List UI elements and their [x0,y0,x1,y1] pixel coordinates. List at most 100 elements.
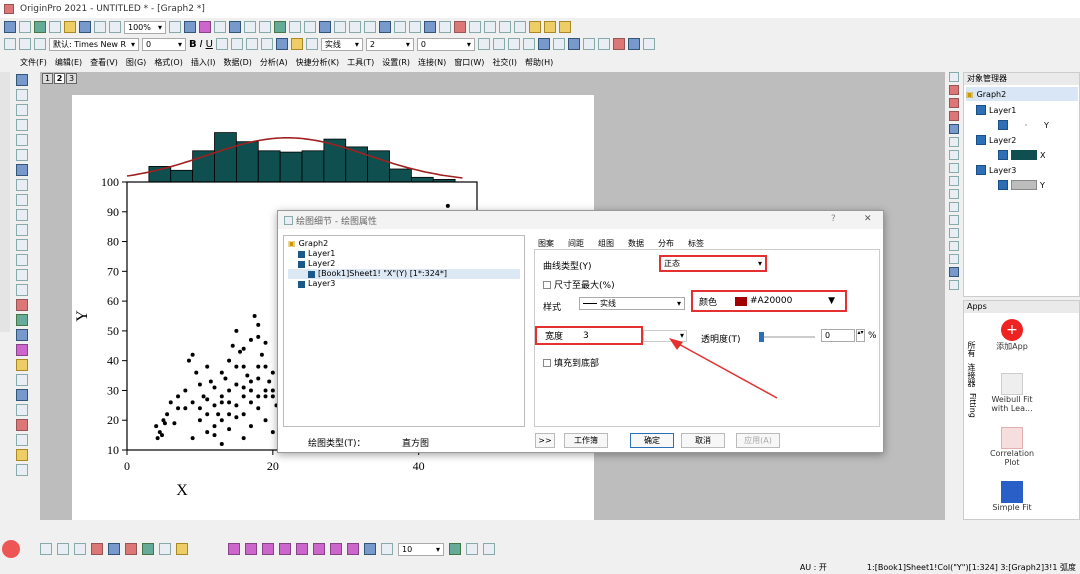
origin-start-icon[interactable] [2,540,20,558]
scatter-point[interactable] [263,364,268,369]
rectangle-tool-icon[interactable] [16,269,28,281]
help-icon[interactable] [559,21,571,33]
scatter-point[interactable] [256,376,261,381]
fit-page-icon[interactable] [483,543,495,555]
menu-file[interactable]: 文件(F) [20,57,47,68]
data-reader-icon[interactable] [16,149,28,161]
obj-layer2[interactable]: Layer2 [976,133,1016,147]
axis-top-icon[interactable] [948,215,959,225]
stacked-bar-icon[interactable] [424,21,436,33]
obj-layer1-plot[interactable]: · Y [998,118,1049,132]
italic-button[interactable]: I [200,39,203,50]
scatter-point[interactable] [155,436,160,441]
scatter-point[interactable] [445,203,450,208]
layout-icon[interactable] [537,38,550,50]
duplicate-icon[interactable] [184,21,196,33]
scatter-plot-icon[interactable] [57,543,69,555]
align-center-icon[interactable] [260,38,273,50]
stack-tool-icon[interactable] [16,434,28,446]
cancel-button[interactable]: 取消 [681,433,725,448]
new-project-icon[interactable] [4,21,16,33]
apply-button[interactable]: 应用(A) [736,433,780,448]
layer-panel-icon[interactable] [948,150,959,160]
scatter-point[interactable] [205,412,210,417]
spin-icon[interactable]: ▴▾ [856,329,865,342]
histogram-icon[interactable] [439,21,451,33]
checkbox-icon[interactable] [976,165,986,175]
undo-icon[interactable] [34,38,46,50]
scatter-point[interactable] [248,337,253,342]
obj-graph2[interactable]: ▣ Graph2 [966,87,1078,101]
scatter-point[interactable] [245,373,250,378]
code-builder-icon[interactable] [199,21,211,33]
max-size-checkbox[interactable] [543,280,551,289]
axis-icon[interactable] [948,85,959,95]
scatter-point[interactable] [256,322,261,327]
scatter-point[interactable] [234,403,239,408]
axis-bottom-icon[interactable] [948,189,959,199]
scatter-point[interactable] [241,412,246,417]
curve-type-select[interactable]: 正态 ▾ [659,255,767,272]
tree-plot-item[interactable]: [Book1]Sheet1! "X"(Y) [1*:324*] [288,269,520,279]
menu-view[interactable]: 查看(V) [90,57,118,68]
fill-color-icon[interactable] [290,38,303,50]
histogram-bar[interactable] [410,176,434,183]
new-legend-icon[interactable] [379,21,391,33]
scatter-point[interactable] [263,388,268,393]
app-weibull-fit[interactable]: Weibull Fit with Lea... [982,373,1042,413]
scatter-point[interactable] [183,388,188,393]
border-icon[interactable] [522,38,535,50]
extract-layers-icon[interactable] [364,21,376,33]
scatter-point[interactable] [256,406,261,411]
scatter-point[interactable] [176,394,181,399]
text-tool-icon[interactable] [16,209,28,221]
transparency-input[interactable]: 0 [821,329,855,342]
scatter-point[interactable] [234,415,239,420]
grid-icon[interactable] [948,137,959,147]
legend-tool-icon[interactable] [16,359,28,371]
scatter-point[interactable] [234,328,239,333]
pattern-icon[interactable] [477,38,490,50]
scatter-point[interactable] [212,403,217,408]
screen-reader-icon[interactable] [16,164,28,176]
app-simple-fit[interactable]: Simple Fit [982,481,1042,512]
arrow-right-icon[interactable] [514,21,526,33]
hand-icon[interactable] [16,284,28,296]
more-tools-icon[interactable] [16,464,28,476]
scatter-point[interactable] [241,364,246,369]
rescale-icon[interactable] [319,21,331,33]
rotate-icon[interactable] [364,543,376,555]
dropdown-arrow-icon[interactable]: ▼ [828,296,835,306]
scatter-point[interactable] [227,400,232,405]
pen-icon[interactable] [16,224,28,236]
line-plot-icon[interactable] [40,543,52,555]
scatter-point[interactable] [219,400,224,405]
gradient-icon[interactable] [507,38,520,50]
object-tool-icon[interactable] [16,419,28,431]
whole-page-icon[interactable] [304,21,316,33]
histogram-bar[interactable] [170,169,194,183]
checkbox-icon[interactable] [976,135,986,145]
app-add[interactable]: + 添加App [982,319,1042,352]
angle-select[interactable]: 10 ▾ [398,542,444,556]
subscript-icon[interactable] [230,38,243,50]
font-color-icon[interactable] [275,38,288,50]
save-icon[interactable] [79,21,91,33]
group-objects-icon[interactable] [330,543,342,555]
scatter-point[interactable] [190,436,195,441]
scatter-point[interactable] [248,400,253,405]
menu-edit[interactable]: 编辑(E) [55,57,82,68]
scatter-point[interactable] [263,394,268,399]
polar-plot-icon[interactable] [159,543,171,555]
pattern-color-icon[interactable] [492,38,505,50]
align-icon[interactable] [948,72,959,82]
table-icon[interactable] [552,38,565,50]
scatter-point[interactable] [160,433,164,438]
tree-layer2[interactable]: Layer2 [288,259,520,269]
app-correlation-plot[interactable]: Correlation Plot [982,427,1042,467]
apps-tab-connectors[interactable]: 连接器 [967,363,977,387]
histogram-bar[interactable] [301,150,325,183]
menu-insert[interactable]: 插入(I) [191,57,216,68]
stack-icon[interactable] [948,163,959,173]
paste-icon[interactable] [19,38,31,50]
